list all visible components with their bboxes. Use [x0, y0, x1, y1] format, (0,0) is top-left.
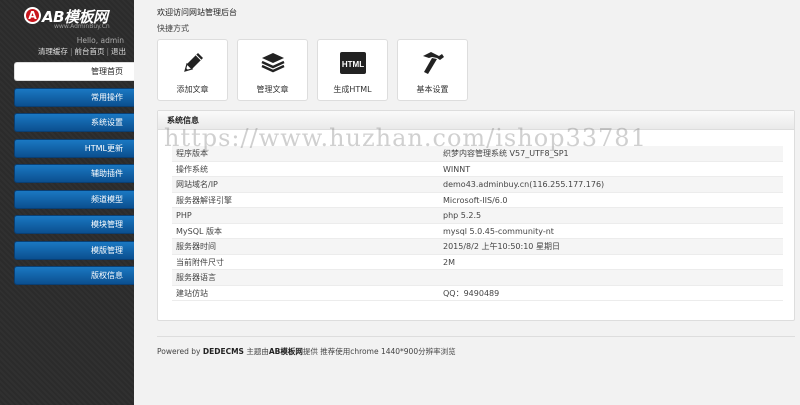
- info-value: 2015/8/2 上午10:50:10 星期日: [443, 242, 560, 251]
- stack-icon: [261, 53, 284, 73]
- info-key: 网站域名/IP: [176, 180, 218, 189]
- info-key: 操作系统: [176, 164, 208, 174]
- sidebar-nav: 管理首页 常用操作 系统设置 HTML更新 辅助插件 频道模型 模块管理 模版管…: [14, 62, 134, 292]
- footer-suffix: 提供 推荐使用chrome 1440*900分辨率浏览: [302, 347, 456, 356]
- table-row: 操作系统 WINNT: [172, 162, 783, 177]
- shortcuts-heading: 快捷方式: [157, 24, 189, 33]
- hammer-icon: [422, 52, 444, 74]
- info-key: 服务器解译引擎: [176, 195, 232, 205]
- sidebar: A AB模板网 www.AdminBuy.Cn Hello, admin 清理缓…: [0, 0, 134, 405]
- shortcut-label: 生成HTML: [333, 85, 372, 94]
- nav-item-templates[interactable]: 模版管理: [14, 240, 134, 260]
- table-row: 服务器语言: [172, 270, 783, 286]
- nav-item-channel-models[interactable]: 频道模型: [14, 189, 134, 209]
- panel-title: 系统信息: [158, 111, 794, 130]
- user-greeting: Hello, admin: [76, 36, 124, 45]
- separator: |: [106, 47, 109, 56]
- html-icon-text: HTML: [341, 60, 363, 69]
- info-value: WINNT: [443, 164, 471, 174]
- nav-item-admin-home[interactable]: 管理首页: [14, 62, 134, 81]
- footer-cms-link[interactable]: DEDECMS: [203, 347, 244, 356]
- footer-prefix: Powered by: [157, 347, 201, 356]
- table-row: 建站仿站 QQ：9490489: [172, 286, 783, 301]
- nav-item-common-actions[interactable]: 常用操作: [14, 87, 134, 107]
- info-key: 程序版本: [176, 149, 208, 158]
- logout-link[interactable]: 退出: [111, 47, 126, 56]
- site-logo[interactable]: A AB模板网 www.AdminBuy.Cn: [24, 7, 120, 33]
- html-icon: HTML: [339, 52, 366, 74]
- quick-links: 清理缓存 | 前台首页 | 退出: [38, 46, 126, 57]
- nav-item-modules[interactable]: 模块管理: [14, 215, 134, 234]
- info-value: 织梦内容管理系统 V57_UTF8_SP1: [443, 149, 569, 158]
- info-value: 2M: [443, 257, 455, 267]
- footer-divider: [157, 336, 795, 337]
- info-value: mysql 5.0.45-community-nt: [443, 226, 554, 236]
- table-row: 程序版本 织梦内容管理系统 V57_UTF8_SP1: [172, 146, 783, 162]
- info-value: Microsoft-IIS/6.0: [443, 195, 508, 205]
- pencil-icon: [183, 53, 203, 72]
- nav-item-system-settings[interactable]: 系统设置: [14, 113, 134, 132]
- info-key: PHP: [176, 211, 192, 220]
- shortcut-basic-settings[interactable]: 基本设置: [397, 39, 468, 101]
- system-info-panel: 系统信息 程序版本 织梦内容管理系统 V57_UTF8_SP1 操作系统 WINNT…: [157, 110, 795, 321]
- shortcut-add-article[interactable]: 添加文章: [157, 39, 228, 101]
- table-row: 当前附件尺寸 2M: [172, 255, 783, 270]
- info-key: 服务器时间: [176, 242, 216, 251]
- info-key: 服务器语言: [176, 273, 216, 282]
- footer-brand-link[interactable]: AB模板网: [269, 347, 303, 356]
- shortcut-label: 基本设置: [416, 85, 449, 94]
- shortcut-manage-articles[interactable]: 管理文章: [237, 39, 308, 101]
- nav-item-html-update[interactable]: HTML更新: [14, 138, 134, 158]
- page-title: 欢迎访问网站管理后台: [157, 8, 237, 17]
- info-key: MySQL 版本: [176, 226, 223, 236]
- clear-cache-link[interactable]: 清理缓存: [38, 47, 68, 56]
- table-row: PHP php 5.2.5: [172, 208, 783, 224]
- shortcut-label: 添加文章: [176, 85, 209, 94]
- table-row: 服务器时间 2015/8/2 上午10:50:10 星期日: [172, 239, 783, 255]
- info-key: 建站仿站: [176, 288, 208, 298]
- table-row: 服务器解译引擎 Microsoft-IIS/6.0: [172, 193, 783, 208]
- frontend-home-link[interactable]: 前台首页: [74, 47, 104, 56]
- logo-url: www.AdminBuy.Cn: [54, 23, 110, 30]
- shortcut-label: 管理文章: [256, 85, 289, 94]
- shortcut-generate-html[interactable]: HTML 生成HTML: [317, 39, 388, 101]
- info-value: php 5.2.5: [443, 211, 482, 220]
- separator: |: [69, 47, 73, 56]
- info-value: QQ：9490489: [443, 288, 500, 298]
- logo-badge: A: [24, 7, 41, 24]
- info-value: demo43.adminbuy.cn(116.255.177.176): [443, 180, 605, 189]
- nav-item-copyright[interactable]: 版权信息: [14, 266, 134, 285]
- info-key: 当前附件尺寸: [176, 257, 224, 267]
- footer-mid: 主题由: [246, 347, 269, 356]
- table-row: MySQL 版本 mysql 5.0.45-community-nt: [172, 224, 783, 239]
- table-row: 网站域名/IP demo43.adminbuy.cn(116.255.177.17…: [172, 177, 783, 193]
- nav-item-plugins[interactable]: 辅助插件: [14, 164, 134, 183]
- footer: Powered by DEDECMS 主题由AB模板网提供 推荐使用chrome…: [157, 346, 456, 357]
- system-info-table: 程序版本 织梦内容管理系统 V57_UTF8_SP1 操作系统 WINNT 网站域名…: [172, 146, 783, 301]
- main-content: 欢迎访问网站管理后台 快捷方式 添加文章 管理文章 HTML 生成HTML 基本…: [134, 0, 800, 405]
